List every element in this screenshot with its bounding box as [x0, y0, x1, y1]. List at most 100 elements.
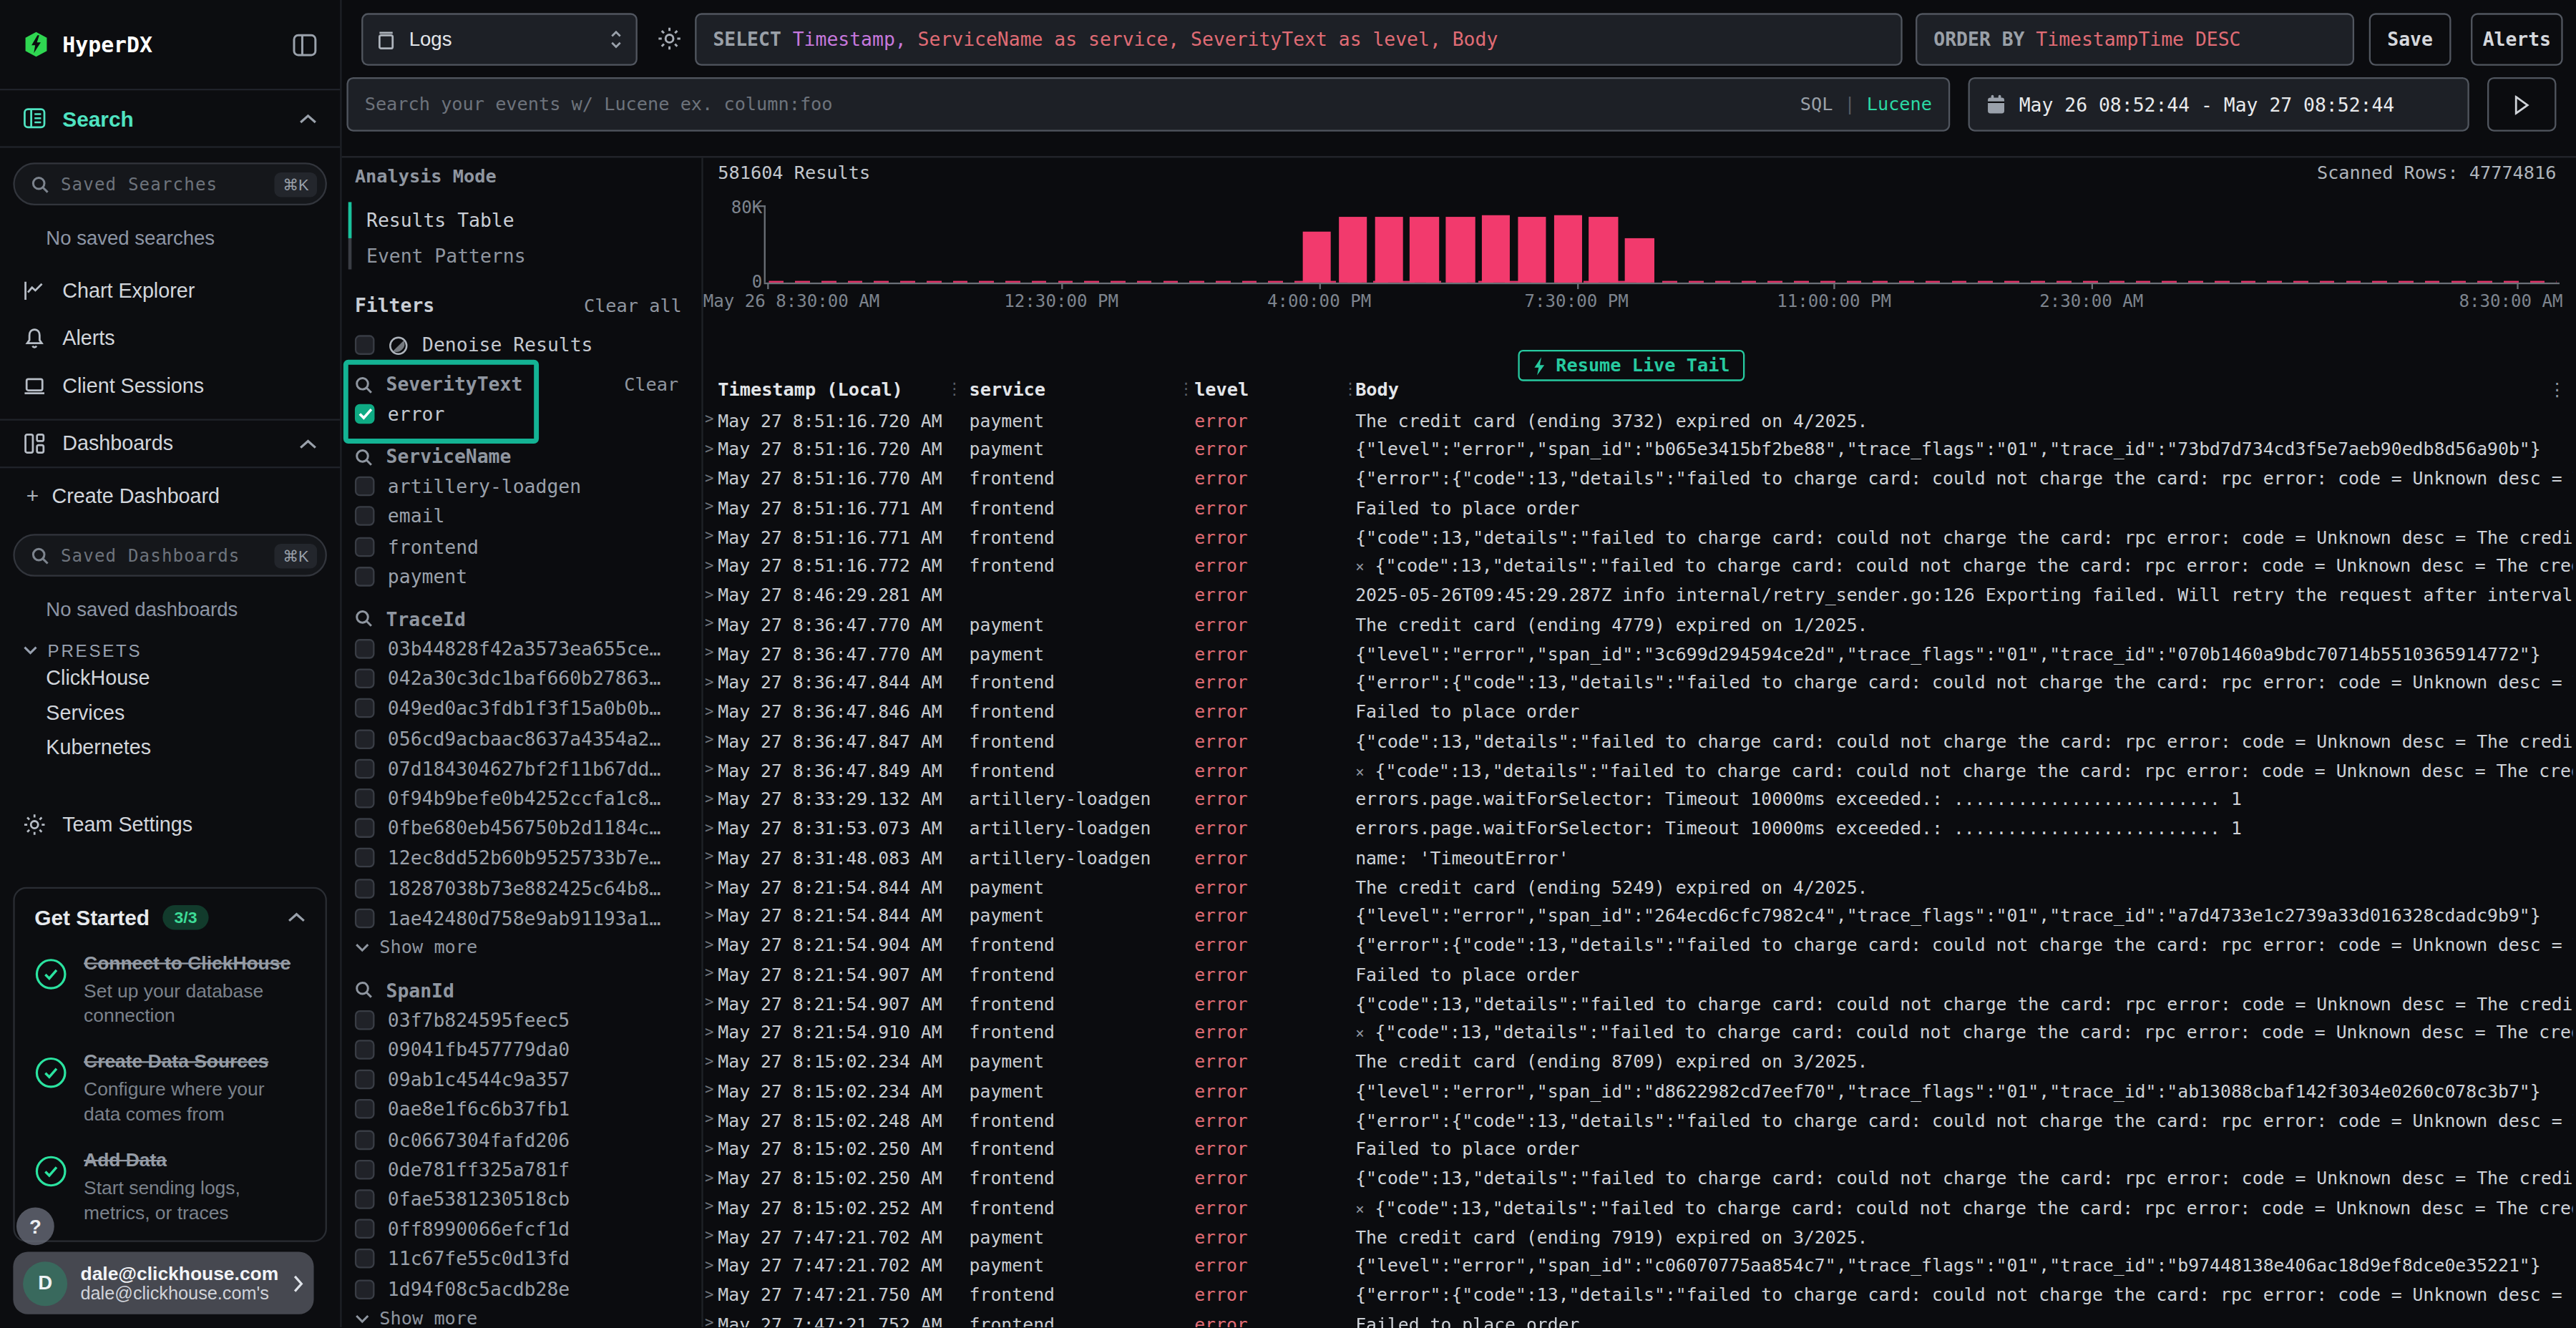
- sidebar-item-search[interactable]: Search: [0, 89, 340, 148]
- expand-row-chevron-icon[interactable]: >: [705, 615, 713, 631]
- checkbox[interactable]: [355, 669, 375, 689]
- table-row[interactable]: >May 27 8:36:47.844 AMfrontenderror{"err…: [703, 670, 2576, 699]
- denoise-checkbox[interactable]: [355, 335, 375, 355]
- filter-value-row[interactable]: artillery-loadgen: [342, 472, 702, 502]
- table-row[interactable]: >May 27 8:36:47.846 AMfrontenderrorFaile…: [703, 699, 2576, 728]
- filter-value-row[interactable]: 03b44828f42a3573ea655ce…: [342, 634, 702, 664]
- table-row[interactable]: >May 27 8:31:48.083 AMartillery-loadgene…: [703, 845, 2576, 874]
- filter-value-row[interactable]: 18287038b73e882425c64b8…: [342, 873, 702, 903]
- create-dashboard-button[interactable]: + Create Dashboard: [0, 472, 340, 519]
- checkbox[interactable]: [355, 537, 375, 557]
- filter-value-row[interactable]: email: [342, 502, 702, 532]
- expand-row-chevron-icon[interactable]: >: [705, 965, 713, 981]
- sql-mode-toggle[interactable]: SQL: [1800, 94, 1833, 115]
- expand-row-chevron-icon[interactable]: >: [705, 440, 713, 456]
- expand-row-chevron-icon[interactable]: >: [705, 498, 713, 514]
- table-row[interactable]: >May 27 8:36:47.849 AMfrontenderror× {"c…: [703, 757, 2576, 786]
- source-settings-gear-icon[interactable]: [657, 26, 681, 51]
- checkbox[interactable]: [355, 1130, 375, 1150]
- filter-value-row[interactable]: 11c67fe55c0d13fd: [342, 1244, 702, 1274]
- checkbox[interactable]: [355, 699, 375, 719]
- expand-row-chevron-icon[interactable]: >: [705, 877, 713, 894]
- sidebar-item-client-sessions[interactable]: Client Sessions: [0, 361, 340, 409]
- user-menu[interactable]: D dale@clickhouse.com dale@clickhouse.co…: [13, 1252, 313, 1314]
- clear-all-filters-button[interactable]: Clear all: [584, 295, 682, 316]
- run-query-button[interactable]: [2487, 77, 2556, 132]
- expand-row-chevron-icon[interactable]: >: [705, 1256, 713, 1273]
- analysis-mode-event-patterns[interactable]: Event Patterns: [342, 238, 702, 275]
- show-more-button[interactable]: Show more: [342, 1304, 702, 1328]
- resume-live-tail-button[interactable]: Resume Live Tail: [1518, 350, 1745, 381]
- table-row[interactable]: >May 27 8:46:29.281 AMerror2025-05-26T09…: [703, 582, 2576, 612]
- filter-value-row[interactable]: 09041fb457779da0: [342, 1035, 702, 1065]
- denoise-results-toggle[interactable]: Denoise Results: [342, 333, 702, 356]
- histogram-bar[interactable]: [1339, 217, 1367, 283]
- checkbox[interactable]: [355, 1070, 375, 1090]
- filter-value-row[interactable]: 0fae5381230518cb: [342, 1184, 702, 1214]
- filter-value-row[interactable]: 07d184304627bf2f11b67dd…: [342, 753, 702, 783]
- expand-row-chevron-icon[interactable]: >: [705, 1286, 713, 1302]
- table-row[interactable]: >May 27 7:47:21.702 AMpaymenterror{"leve…: [703, 1253, 2576, 1282]
- filter-value-row[interactable]: 0f94b9befe0b4252ccfa1c8…: [342, 783, 702, 814]
- table-row[interactable]: >May 27 8:15:02.234 AMpaymenterror{"leve…: [703, 1078, 2576, 1108]
- table-row[interactable]: >May 27 8:33:29.132 AMartillery-loadgene…: [703, 786, 2576, 816]
- checkbox[interactable]: [355, 1279, 375, 1299]
- col-timestamp[interactable]: Timestamp (Local): [718, 379, 903, 401]
- filter-value-row[interactable]: 0ae8e1f6c6b37fb1: [342, 1095, 702, 1125]
- saved-dashboards-input[interactable]: Saved Dashboards ⌘K: [13, 534, 327, 577]
- table-row[interactable]: >May 27 8:21:54.907 AMfrontenderror{"cod…: [703, 990, 2576, 1020]
- checkbox[interactable]: [355, 758, 375, 778]
- checkbox[interactable]: [355, 507, 375, 527]
- checkbox[interactable]: [355, 788, 375, 809]
- filter-value-row[interactable]: error: [342, 399, 702, 429]
- filter-value-row[interactable]: frontend: [342, 532, 702, 562]
- filter-value-row[interactable]: 1ae42480d758e9ab91193a1…: [342, 903, 702, 933]
- checkbox[interactable]: [355, 848, 375, 868]
- table-row[interactable]: >May 27 8:51:16.770 AMfrontenderror{"err…: [703, 466, 2576, 495]
- checkbox[interactable]: [355, 819, 375, 839]
- checkbox[interactable]: [355, 1219, 375, 1239]
- source-select[interactable]: Logs: [361, 13, 638, 65]
- table-row[interactable]: >May 27 8:15:02.252 AMfrontenderror× {"c…: [703, 1195, 2576, 1224]
- alerts-button[interactable]: Alerts: [2471, 13, 2563, 65]
- filter-value-row[interactable]: 03f7b824595feec5: [342, 1005, 702, 1035]
- table-row[interactable]: >May 27 8:51:16.771 AMfrontenderror{"cod…: [703, 524, 2576, 553]
- expand-row-chevron-icon[interactable]: >: [705, 848, 713, 864]
- collapse-sidebar-icon[interactable]: [293, 32, 317, 57]
- sql-select-input[interactable]: SELECT Timestamp, ServiceName as service…: [695, 13, 1902, 65]
- histogram-bar[interactable]: [1410, 217, 1439, 283]
- histogram-bar[interactable]: [1446, 217, 1475, 283]
- expand-row-chevron-icon[interactable]: >: [705, 1140, 713, 1156]
- table-options-icon[interactable]: ⋮: [2548, 379, 2566, 401]
- sidebar-item-alerts[interactable]: Alerts: [0, 314, 340, 362]
- filter-value-row[interactable]: 049ed0ac3fdb1f3f15a0b0b…: [342, 694, 702, 724]
- expand-row-chevron-icon[interactable]: >: [705, 1169, 713, 1186]
- filter-value-row[interactable]: 09ab1c4544c9a357: [342, 1065, 702, 1095]
- table-row[interactable]: >May 27 8:51:16.720 AMpaymenterror{"leve…: [703, 436, 2576, 466]
- get-started-item[interactable]: Add DataStart sending logs, metrics, or …: [34, 1148, 306, 1224]
- filter-value-row[interactable]: 1d94f08c5acdb28e: [342, 1274, 702, 1304]
- histogram-bar[interactable]: [1518, 217, 1546, 283]
- expand-row-chevron-icon[interactable]: >: [705, 1314, 713, 1328]
- col-level[interactable]: level: [1194, 379, 1249, 401]
- table-row[interactable]: >May 27 8:21:54.844 AMpaymenterror{"leve…: [703, 903, 2576, 932]
- histogram-bar[interactable]: [1303, 231, 1332, 283]
- histogram-bar[interactable]: [1482, 215, 1511, 283]
- filter-value-row[interactable]: 042a30c3dc1baf660b27863…: [342, 664, 702, 694]
- filter-value-row[interactable]: 0ff8990066efcf1d: [342, 1214, 702, 1244]
- expand-row-chevron-icon[interactable]: >: [705, 644, 713, 660]
- histogram-bar[interactable]: [1375, 218, 1403, 283]
- lucene-mode-toggle[interactable]: Lucene: [1867, 94, 1932, 115]
- expand-row-chevron-icon[interactable]: >: [705, 1053, 713, 1069]
- clear-filter-button[interactable]: Clear: [624, 374, 678, 395]
- expand-row-chevron-icon[interactable]: >: [705, 585, 713, 602]
- expand-row-chevron-icon[interactable]: >: [705, 527, 713, 544]
- analysis-mode-results-table[interactable]: Results Table: [342, 202, 702, 238]
- expand-row-chevron-icon[interactable]: >: [705, 703, 713, 719]
- checkbox[interactable]: [355, 567, 375, 587]
- expand-row-chevron-icon[interactable]: >: [705, 819, 713, 836]
- sidebar-item-team-settings[interactable]: Team Settings: [0, 800, 340, 848]
- checkbox[interactable]: [355, 639, 375, 659]
- sidebar-item-chart-explorer[interactable]: Chart Explorer: [0, 266, 340, 314]
- expand-row-chevron-icon[interactable]: >: [705, 1198, 713, 1214]
